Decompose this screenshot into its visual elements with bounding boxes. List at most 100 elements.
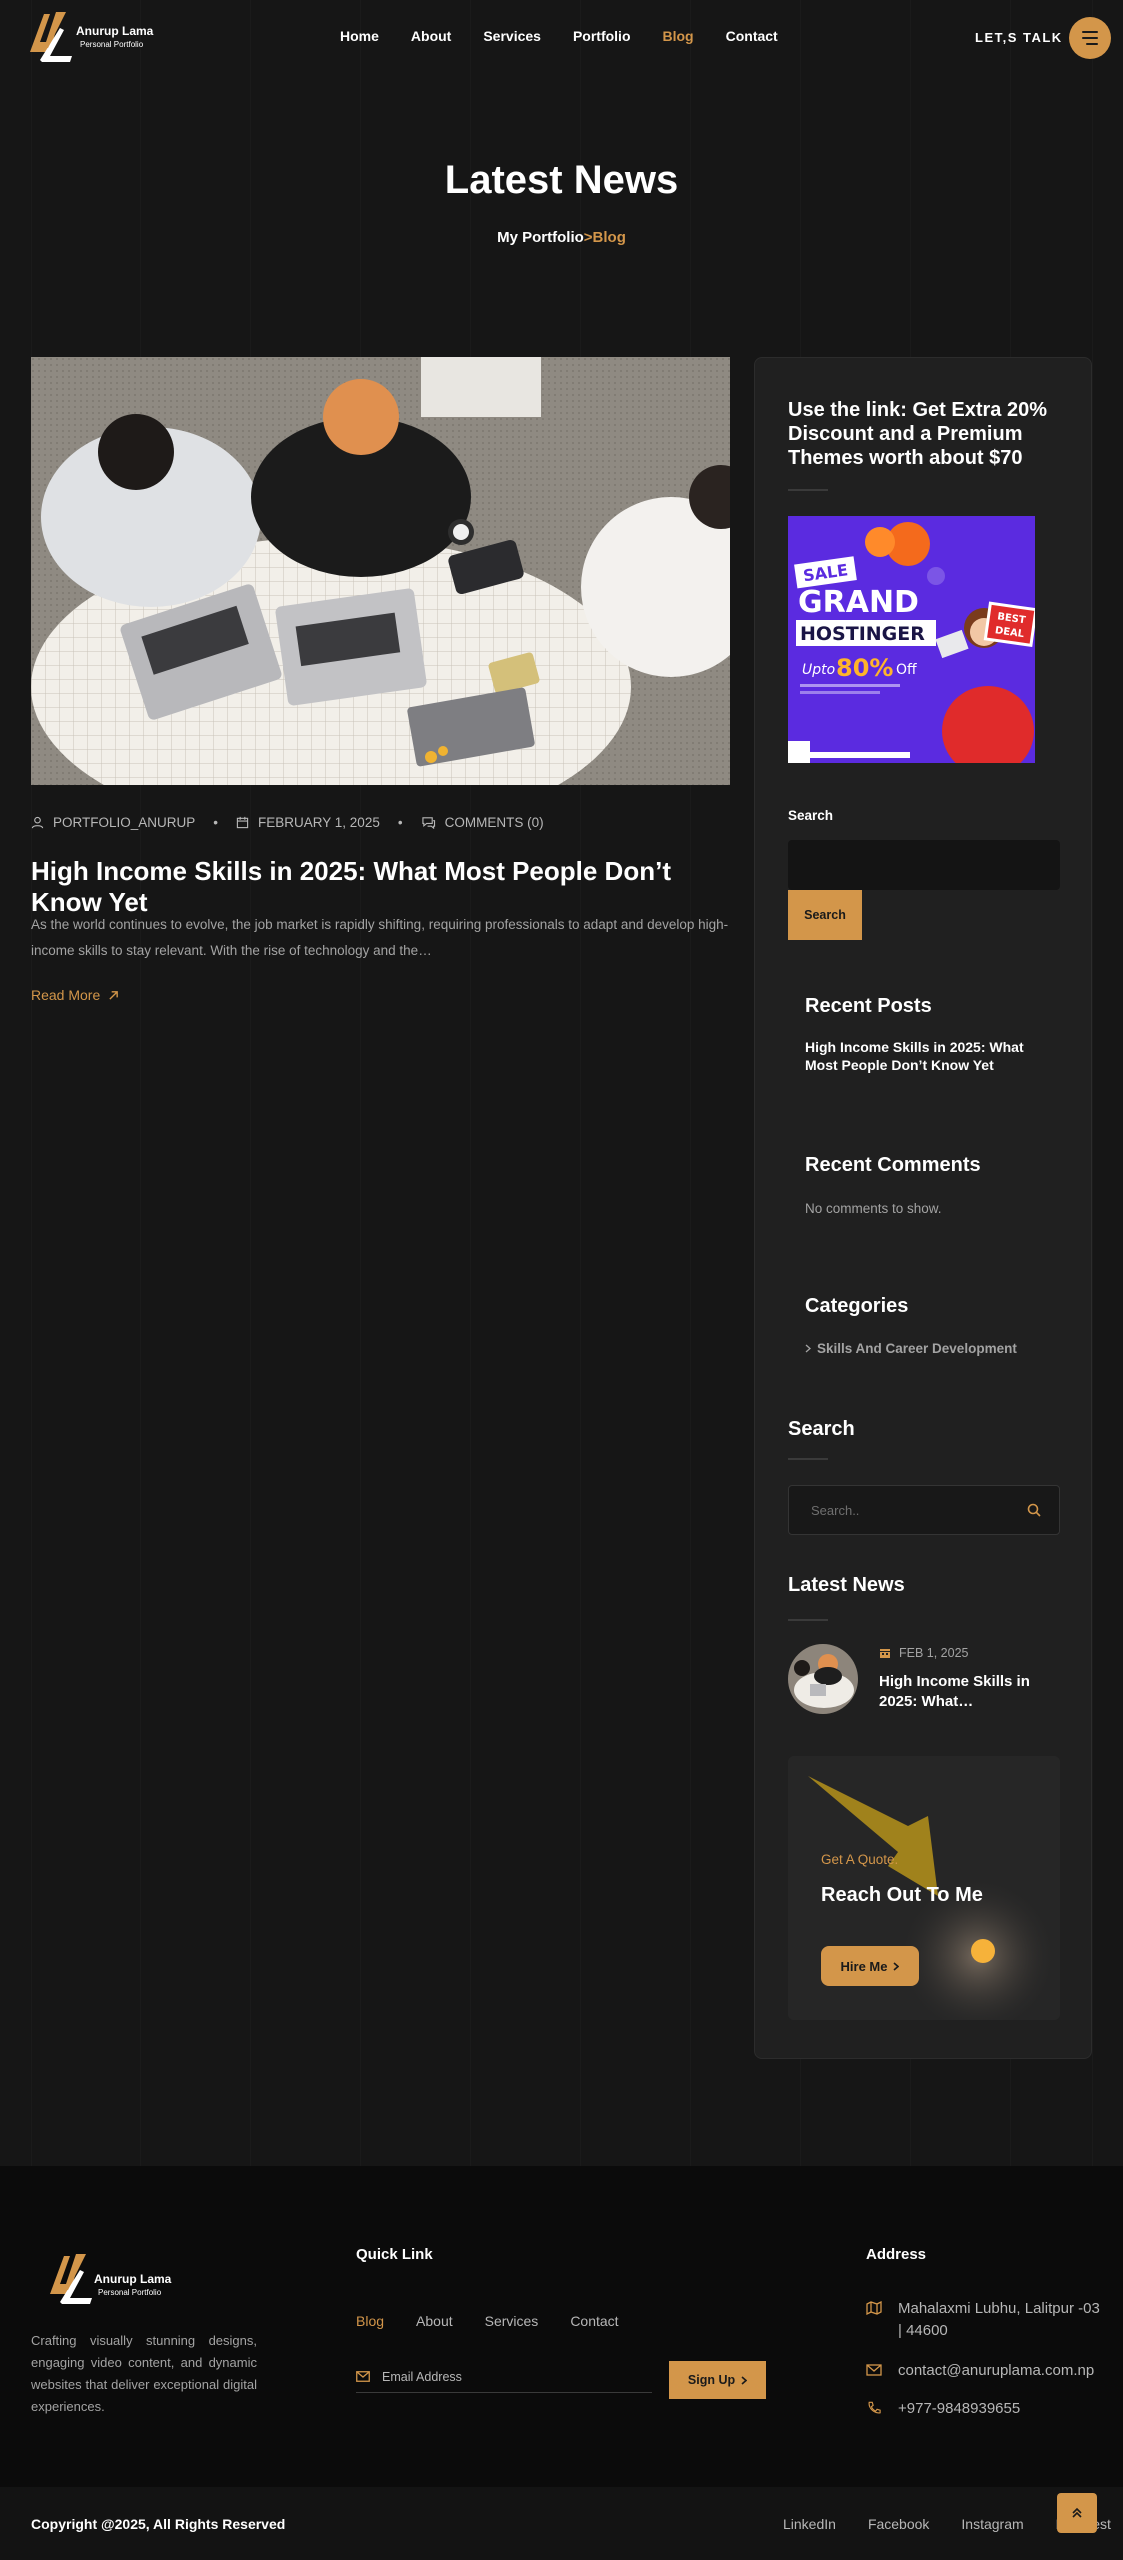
breadcrumb-separator: > — [583, 229, 593, 246]
email-placeholder: Email Address — [382, 2370, 462, 2384]
arrow-up-right-icon — [109, 990, 119, 1000]
news-thumbnail[interactable] — [788, 1644, 858, 1714]
social-facebook[interactable]: Facebook — [868, 2516, 929, 2532]
footer-link-about[interactable]: About — [416, 2313, 453, 2329]
logo-mark-icon — [30, 12, 72, 62]
news-title-link[interactable]: High Income Skills in 2025: What… — [879, 1672, 1069, 1712]
footer-brand-name: Anurup Lama — [94, 2272, 172, 2286]
hostinger-banner[interactable]: SALE GRAND HOSTINGER Upto 80% Off BEST D… — [788, 516, 1035, 763]
post-author[interactable]: PORTFOLIO_ANURUP — [31, 815, 195, 830]
news-date: FEB 1, 2025 — [879, 1646, 969, 1660]
newsletter-email-field[interactable]: Email Address — [356, 2361, 652, 2393]
quote-tag: Get A Quote. — [821, 1852, 899, 1867]
chevron-right-icon — [741, 2375, 748, 2385]
category-link[interactable]: Skills And Career Development — [805, 1341, 1017, 1356]
email-row[interactable]: contact@anuruplama.com.np — [866, 2360, 1094, 2382]
hamburger-icon — [1082, 31, 1098, 33]
nav-home[interactable]: Home — [340, 28, 379, 44]
search-placeholder: Search.. — [811, 1503, 860, 1518]
phone-icon — [868, 2401, 881, 2414]
nav-about[interactable]: About — [411, 28, 451, 44]
footer-brand-tagline: Personal Portfolio — [98, 2288, 162, 2297]
post-comments-label: COMMENTS (0) — [444, 815, 544, 830]
banner-off-text: Off — [896, 662, 917, 678]
chevron-right-icon — [805, 1344, 811, 1353]
footer-links: Blog About Services Contact — [356, 2313, 619, 2329]
lets-talk-link[interactable]: LET,S TALK — [975, 30, 1063, 45]
search-widget-input[interactable]: Search.. — [788, 1485, 1060, 1535]
breadcrumb: My Portfolio>Blog — [0, 229, 1123, 246]
nav-contact[interactable]: Contact — [726, 28, 778, 44]
address-row: Mahalaxmi Lubhu, Lalitpur -03 | 44600 — [866, 2298, 1106, 2342]
footer-link-contact[interactable]: Contact — [570, 2313, 618, 2329]
banner-upto-text: Upto — [802, 662, 835, 678]
recent-post-link[interactable]: High Income Skills in 2025: What Most Pe… — [805, 1038, 1045, 1074]
latest-news-title: Latest News — [788, 1574, 905, 1596]
banner-grand-text: GRAND — [798, 585, 919, 620]
contact-phone: +977-9848939655 — [898, 2400, 1021, 2417]
news-date-label: FEB 1, 2025 — [899, 1646, 969, 1660]
site-header: Anurup Lama Personal Portfolio Home Abou… — [0, 0, 1123, 78]
menu-button[interactable] — [1069, 17, 1111, 59]
quote-title: Reach Out To Me — [821, 1884, 983, 1906]
recent-comments-title: Recent Comments — [805, 1154, 981, 1176]
map-icon — [866, 2301, 882, 2315]
site-logo[interactable]: Anurup Lama Personal Portfolio — [26, 8, 153, 68]
sign-up-button[interactable]: Sign Up — [669, 2361, 766, 2399]
search-icon[interactable] — [1027, 1503, 1041, 1517]
promo-divider — [788, 489, 828, 491]
nav-services[interactable]: Services — [483, 28, 541, 44]
nav-blog[interactable]: Blog — [663, 28, 694, 44]
quote-card: Get A Quote. Reach Out To Me Hire Me — [788, 1756, 1060, 2020]
hire-me-button[interactable]: Hire Me — [821, 1946, 919, 1986]
post-comments[interactable]: COMMENTS (0) — [421, 815, 544, 830]
phone-row[interactable]: +977-9848939655 — [866, 2398, 1020, 2420]
footer-link-services[interactable]: Services — [485, 2313, 539, 2329]
sidebar-search-button[interactable]: Search — [788, 890, 862, 940]
footer-logo[interactable]: Anurup Lama Personal Portfolio — [46, 2250, 171, 2310]
main-nav: Home About Services Portfolio Blog Conta… — [340, 28, 778, 44]
post-meta: PORTFOLIO_ANURUP • FEBRUARY 1, 2025 • CO… — [31, 815, 544, 830]
quick-link-title: Quick Link — [356, 2246, 433, 2263]
social-linkedin[interactable]: LinkedIn — [783, 2516, 836, 2532]
sidebar-search-input[interactable] — [788, 840, 1060, 890]
footer-bottom-bar: Copyright @2025, All Rights Reserved Lin… — [0, 2487, 1123, 2560]
social-instagram[interactable]: Instagram — [961, 2516, 1023, 2532]
back-to-top-button[interactable] — [1057, 2493, 1097, 2533]
post-featured-image[interactable] — [31, 357, 730, 785]
address-text: Mahalaxmi Lubhu, Lalitpur -03 | 44600 — [898, 2300, 1100, 2339]
search-widget-title: Search — [788, 1418, 855, 1440]
post-author-label: PORTFOLIO_ANURUP — [53, 815, 196, 830]
site-footer: Anurup Lama Personal Portfolio Crafting … — [0, 2166, 1123, 2487]
post-date: FEBRUARY 1, 2025 — [236, 815, 380, 830]
search-widget-divider — [788, 1458, 828, 1460]
banner-brand-text: HOSTINGER — [800, 623, 925, 645]
search-label: Search — [788, 808, 834, 823]
double-chevron-up-icon — [1072, 2507, 1082, 2518]
address-title: Address — [866, 2246, 927, 2263]
calendar-icon — [236, 816, 249, 829]
post-title[interactable]: High Income Skills in 2025: What Most Pe… — [31, 856, 731, 918]
post-date-label: FEBRUARY 1, 2025 — [258, 815, 380, 830]
mail-icon — [866, 2364, 882, 2376]
breadcrumb-root[interactable]: My Portfolio — [497, 229, 584, 246]
footer-about: Crafting visually stunning designs, enga… — [31, 2333, 257, 2414]
footer-link-blog[interactable]: Blog — [356, 2313, 384, 2329]
copyright-text: Copyright @2025, All Rights Reserved — [31, 2516, 286, 2532]
page-title: Latest News — [444, 158, 679, 202]
breadcrumb-current: Blog — [592, 229, 626, 246]
no-comments-text: No comments to show. — [805, 1201, 942, 1216]
read-more-link[interactable]: Read More — [31, 987, 119, 1003]
brand-name: Anurup Lama — [76, 24, 154, 38]
mail-icon — [356, 2371, 370, 2382]
categories-title: Categories — [805, 1295, 909, 1317]
contact-email: contact@anuruplama.com.np — [898, 2362, 1095, 2379]
category-label: Skills And Career Development — [817, 1341, 1017, 1356]
hire-me-label: Hire Me — [840, 1958, 888, 1974]
nav-portfolio[interactable]: Portfolio — [573, 28, 631, 44]
comments-icon — [421, 817, 435, 829]
brand-tagline: Personal Portfolio — [80, 40, 144, 49]
latest-news-divider — [788, 1619, 828, 1621]
user-icon — [31, 816, 44, 829]
sign-up-label: Sign Up — [687, 2373, 736, 2387]
